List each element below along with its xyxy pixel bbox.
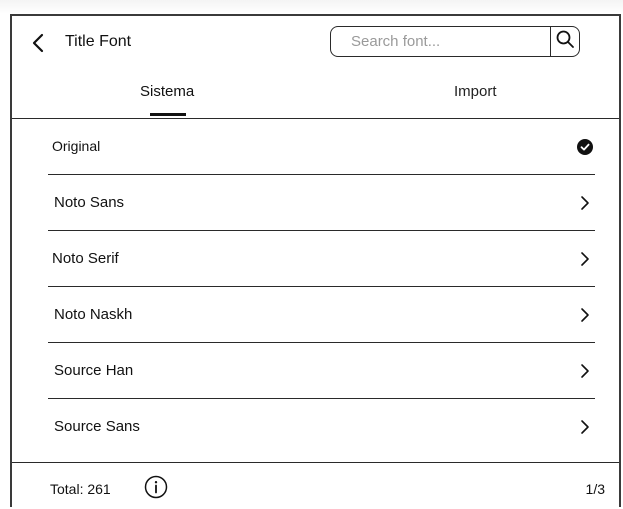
top-shadow xyxy=(0,0,623,14)
list-item-label: Noto Naskh xyxy=(54,306,133,323)
search-icon xyxy=(555,29,575,54)
chevron-right-icon xyxy=(575,361,595,381)
page-title: Title Font xyxy=(65,33,132,50)
list-item-label: Noto Serif xyxy=(52,250,119,267)
back-button[interactable] xyxy=(28,30,50,56)
list-item-label: Original xyxy=(52,138,101,154)
chevron-right-icon xyxy=(575,305,595,325)
total-count: Total: 261 xyxy=(50,481,111,497)
chevron-right-icon xyxy=(575,417,595,437)
search-box xyxy=(330,26,580,57)
selected-indicator xyxy=(575,137,595,157)
list-item-noto-sans[interactable]: Noto Sans xyxy=(48,175,595,231)
list-item-noto-naskh[interactable]: Noto Naskh xyxy=(48,287,595,343)
check-circle-icon xyxy=(577,139,593,155)
search-button[interactable] xyxy=(550,27,579,56)
list-item-source-han[interactable]: Source Han xyxy=(48,343,595,399)
active-tab-indicator xyxy=(150,113,186,116)
font-list: Original Noto Sans Noto Serif Noto Naskh… xyxy=(48,119,595,455)
footer: Total: 261 1/3 xyxy=(12,462,619,509)
tab-bar: Sistema Import xyxy=(12,70,619,119)
info-button[interactable] xyxy=(144,475,168,499)
list-item-source-sans[interactable]: Source Sans xyxy=(48,399,595,455)
page-indicator: 1/3 xyxy=(585,481,605,497)
list-item-original[interactable]: Original xyxy=(48,119,595,175)
tab-import[interactable]: Import xyxy=(454,83,497,100)
list-item-label: Source Sans xyxy=(54,418,140,435)
font-picker-panel: Title Font Sistema Import Original xyxy=(10,14,621,507)
search-input[interactable] xyxy=(331,27,550,56)
chevron-right-icon xyxy=(575,193,595,213)
tab-sistema[interactable]: Sistema xyxy=(140,83,194,100)
list-item-label: Source Han xyxy=(54,362,134,379)
list-item-noto-serif[interactable]: Noto Serif xyxy=(48,231,595,287)
chevron-right-icon xyxy=(575,249,595,269)
info-icon xyxy=(144,475,168,503)
chevron-left-icon xyxy=(28,30,50,56)
list-item-label: Noto Sans xyxy=(54,194,125,211)
header: Title Font xyxy=(12,16,619,70)
